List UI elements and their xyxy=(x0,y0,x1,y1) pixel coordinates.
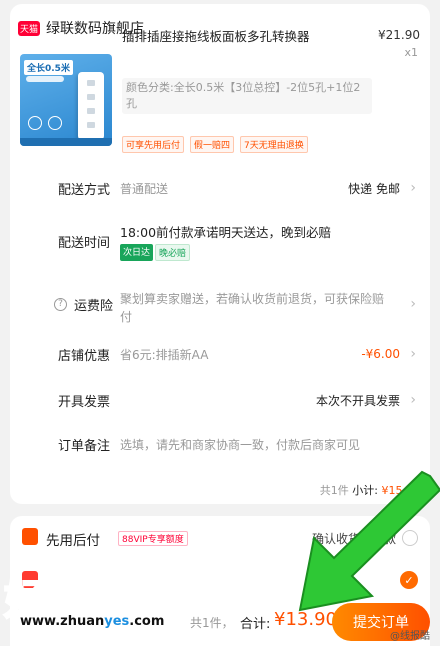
delivery-text: 18:00前付款承诺明天送达，晚到必赔 xyxy=(120,225,332,240)
product-image[interactable]: 全长0.5米 xyxy=(20,54,112,146)
discount-value: 省6元:排插新AA xyxy=(120,347,209,362)
pay-later-desc: 确认收货后付款 xyxy=(311,532,396,546)
subtotal: 共1件 小计: ¥15.90 xyxy=(320,482,420,498)
note-row[interactable]: 订单备注 选填，请先和商家协商一致，付款后商家可见 xyxy=(10,424,430,464)
product-spec[interactable]: 颜色分类:全长0.5米【3位总控】-2位5孔+1位2孔 xyxy=(122,78,372,114)
tag-pay-later: 可享先用后付 xyxy=(122,136,185,153)
delivery-label: 配送时间 xyxy=(58,236,111,251)
chevron-right-icon: › xyxy=(410,346,416,362)
order-card: 天猫 绿联数码旗舰店 全长0.5米 插排插座接拖线板面板多孔转换器 ¥21.90… xyxy=(10,4,430,504)
note-input[interactable]: 选填，请先和商家协商一致，付款后商家可见 xyxy=(120,436,360,453)
total-amount: ¥13.90 xyxy=(274,609,337,630)
delivery-badges: 次日达 晚必赔 xyxy=(120,244,191,261)
bottom-bar: 共1件， 合计: ¥13.90 提交订单 @线报酷 xyxy=(0,598,440,646)
tag-fake-compensation: 假一赔四 xyxy=(190,136,235,153)
total-label: 合计: xyxy=(240,617,271,632)
payment-method-icon xyxy=(22,571,38,588)
product-tags: 可享先用后付 假一赔四 7天无理由退换 xyxy=(122,136,308,153)
invoice-row[interactable]: 开具发票 本次不开具发票 › xyxy=(10,380,430,420)
shipping-row[interactable]: 配送方式 普通配送 快递 免邮 › xyxy=(10,168,430,208)
pay-later-icon xyxy=(22,528,38,545)
late-compensation-badge: 晚必赔 xyxy=(155,244,191,261)
insurance-text: 聚划算卖家赠送，若确认收货前退货，可获保险赔付 xyxy=(120,292,385,324)
vip-tag: 88VIP专享额度 xyxy=(118,531,188,546)
checkmark-icon[interactable]: ✓ xyxy=(400,571,418,589)
shipping-right: 快递 免邮 xyxy=(348,181,400,196)
weibo-watermark: @线报酷 xyxy=(390,631,430,642)
power-strip-graphic xyxy=(78,72,104,140)
next-day-badge: 次日达 xyxy=(120,244,154,261)
product-image-label: 全长0.5米 xyxy=(24,60,73,75)
shipping-label: 配送方式 xyxy=(58,182,111,198)
product-title[interactable]: 插排插座接拖线板面板多孔转换器 xyxy=(122,28,382,46)
pay-later-label: 先用后付 xyxy=(46,533,100,549)
invoice-label: 开具发票 xyxy=(58,394,111,410)
shipping-value: 普通配送 xyxy=(120,181,169,196)
product-price: ¥21.90 xyxy=(378,28,420,42)
product-quantity: x1 xyxy=(404,46,418,59)
chevron-right-icon: › xyxy=(410,296,416,312)
chevron-right-icon: › xyxy=(410,180,416,196)
pay-later-toggle[interactable] xyxy=(402,530,418,546)
note-label: 订单备注 xyxy=(58,438,111,454)
tmall-badge: 天猫 xyxy=(18,20,40,36)
insurance-label: 运费险 xyxy=(74,298,114,314)
invoice-value: 本次不开具发票 xyxy=(315,393,400,408)
subtotal-label: 小计: xyxy=(352,484,378,497)
tag-7day-return: 7天无理由退换 xyxy=(240,136,308,153)
discount-amount: -¥6.00 xyxy=(361,347,400,361)
discount-row[interactable]: 店铺优惠 省6元:排插新AA -¥6.00 › xyxy=(10,334,430,374)
help-icon[interactable]: ? xyxy=(54,297,67,311)
subtotal-amount: ¥15.90 xyxy=(381,484,421,497)
subtotal-count: 共1件 xyxy=(319,484,349,497)
discount-label: 店铺优惠 xyxy=(58,348,111,364)
total-count: 共1件， xyxy=(190,616,234,630)
chevron-right-icon: › xyxy=(410,392,416,408)
